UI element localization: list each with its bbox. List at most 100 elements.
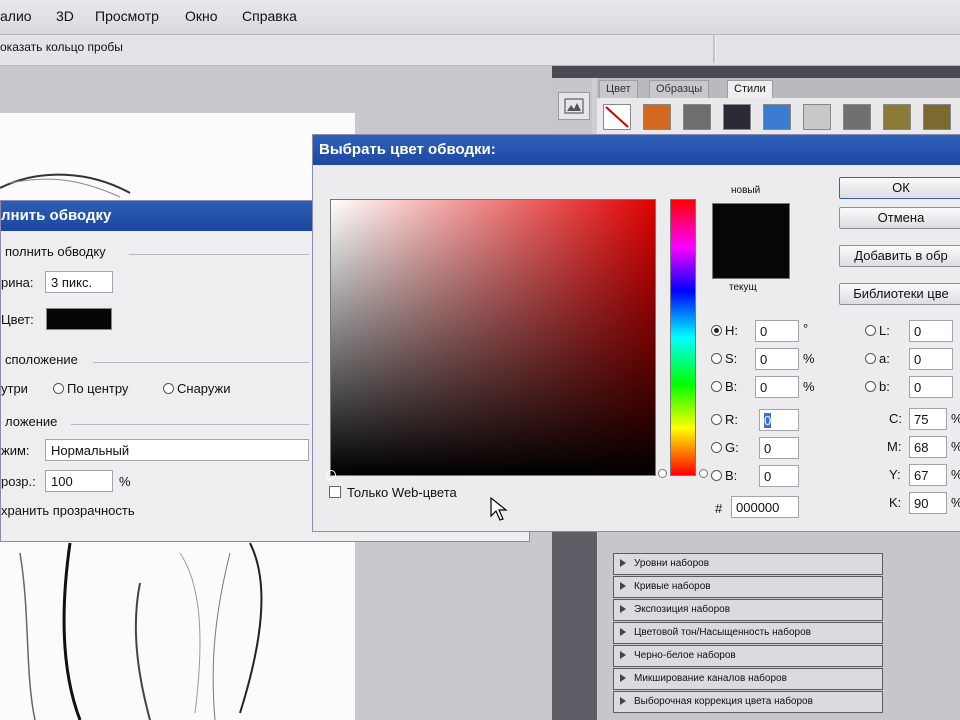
b-hsb-unit: %	[803, 379, 815, 394]
location-center-option[interactable]: По центру	[53, 381, 128, 396]
c-field[interactable]: 75	[909, 408, 947, 430]
menu-item-window[interactable]: Окно	[185, 8, 218, 24]
width-field[interactable]: 3 пикс.	[45, 271, 113, 293]
list-item[interactable]: Уровни наборов	[613, 553, 883, 575]
h-option[interactable]: H:	[711, 323, 738, 338]
r-field[interactable]: 0	[759, 409, 799, 431]
list-item[interactable]: Кривые наборов	[613, 576, 883, 598]
style-swatch[interactable]	[883, 104, 911, 130]
radio-r[interactable]	[711, 414, 722, 425]
menu-item-help[interactable]: Справка	[242, 8, 297, 24]
color-label: Цвет:	[1, 312, 34, 327]
no-style-icon	[605, 106, 629, 128]
histogram-icon[interactable]	[558, 92, 590, 120]
s-field[interactable]: 0	[755, 348, 799, 370]
mouse-pointer-icon	[490, 497, 508, 521]
menu-item-3d[interactable]: 3D	[56, 8, 74, 24]
radio-l[interactable]	[865, 325, 876, 336]
b-rgb-label: B:	[725, 468, 738, 483]
list-item[interactable]: Черно-белое наборов	[613, 645, 883, 667]
expand-arrow-icon	[620, 674, 626, 683]
b-hsb-field[interactable]: 0	[755, 376, 799, 398]
stroke-color-swatch[interactable]	[46, 308, 112, 330]
menu-item-view[interactable]: Просмотр	[95, 8, 159, 24]
b-lab-field[interactable]: 0	[909, 376, 953, 398]
cancel-button[interactable]: Отмена	[839, 207, 960, 229]
opacity-unit: %	[119, 474, 131, 489]
style-swatch[interactable]	[723, 104, 751, 130]
b-rgb-field[interactable]: 0	[759, 465, 799, 487]
style-swatch[interactable]	[803, 104, 831, 130]
color-field[interactable]	[326, 199, 656, 480]
radio-s[interactable]	[711, 353, 722, 364]
adjustment-label: Цветовой тон/Насыщенность наборов	[634, 627, 811, 638]
b-rgb-option[interactable]: B:	[711, 468, 737, 483]
location-inside-option[interactable]: утри	[1, 381, 28, 396]
radio-h[interactable]	[711, 325, 722, 336]
tab-styles[interactable]: Стили	[727, 80, 773, 98]
b-lab-option[interactable]: b:	[865, 379, 890, 394]
hue-slider-handle-right[interactable]	[699, 469, 708, 478]
location-inside-label: утри	[1, 381, 28, 396]
dialog-title[interactable]: Выбрать цвет обводки:	[313, 135, 960, 165]
h-field[interactable]: 0	[755, 320, 799, 342]
preserve-transparency-checkbox[interactable]: хранить прозрачность	[1, 503, 135, 518]
menu-item-analysis[interactable]: алио	[0, 8, 32, 24]
a-option[interactable]: a:	[865, 351, 890, 366]
color-libraries-button[interactable]: Библиотеки цве	[839, 283, 960, 305]
location-outside-label: Снаружи	[177, 381, 231, 396]
radio-b-lab[interactable]	[865, 381, 876, 392]
tab-color[interactable]: Цвет	[599, 80, 638, 98]
a-field[interactable]: 0	[909, 348, 953, 370]
radio-g[interactable]	[711, 442, 722, 453]
web-colors-label: Только Web-цвета	[347, 485, 457, 500]
stroke-group-label: полнить обводку	[5, 244, 106, 259]
a-label: a:	[879, 351, 890, 366]
style-swatch[interactable]	[843, 104, 871, 130]
style-swatch[interactable]	[923, 104, 951, 130]
k-field[interactable]: 90	[909, 492, 947, 514]
adjustment-label: Кривые наборов	[634, 581, 711, 592]
g-option[interactable]: G:	[711, 440, 739, 455]
ok-button[interactable]: ОК	[839, 177, 960, 199]
list-item[interactable]: Выборочная коррекция цвета наборов	[613, 691, 883, 713]
radio-center[interactable]	[53, 383, 64, 394]
radio-b-hsb[interactable]	[711, 381, 722, 392]
radio-b-rgb[interactable]	[711, 470, 722, 481]
adjustment-label: Уровни наборов	[634, 558, 710, 569]
blend-mode-select[interactable]: Нормальный	[45, 439, 309, 461]
y-field[interactable]: 67	[909, 464, 947, 486]
list-item[interactable]: Экспозиция наборов	[613, 599, 883, 621]
style-swatch[interactable]	[683, 104, 711, 130]
expand-arrow-icon	[620, 605, 626, 614]
tab-swatches[interactable]: Образцы	[649, 80, 710, 98]
new-color-swatch	[712, 203, 790, 279]
list-item[interactable]: Микширование каналов наборов	[613, 668, 883, 690]
location-outside-option[interactable]: Снаружи	[163, 381, 231, 396]
style-swatch[interactable]	[763, 104, 791, 130]
show-sampling-ring-checkbox-label[interactable]: оказать кольцо пробы	[0, 40, 123, 54]
web-colors-only-option[interactable]: Только Web-цвета	[329, 485, 457, 500]
list-item[interactable]: Цветовой тон/Насыщенность наборов	[613, 622, 883, 644]
r-option[interactable]: R:	[711, 412, 738, 427]
add-to-swatches-button[interactable]: Добавить в обр	[839, 245, 960, 267]
m-field[interactable]: 68	[909, 436, 947, 458]
adjustment-label: Экспозиция наборов	[634, 604, 731, 615]
hue-slider-handle-left[interactable]	[658, 469, 667, 478]
l-field[interactable]: 0	[909, 320, 953, 342]
location-center-label: По центру	[67, 381, 129, 396]
radio-a[interactable]	[865, 353, 876, 364]
s-option[interactable]: S:	[711, 351, 737, 366]
m-label: M:	[887, 439, 902, 454]
style-none-swatch[interactable]	[603, 104, 631, 130]
opacity-field[interactable]: 100	[45, 470, 113, 492]
hue-slider[interactable]	[670, 199, 696, 476]
g-field[interactable]: 0	[759, 437, 799, 459]
style-swatch[interactable]	[643, 104, 671, 130]
l-option[interactable]: L:	[865, 323, 890, 338]
r-label: R:	[725, 412, 738, 427]
b-hsb-option[interactable]: B:	[711, 379, 737, 394]
hex-field[interactable]: 000000	[731, 496, 799, 518]
web-colors-checkbox[interactable]	[329, 486, 341, 498]
radio-outside[interactable]	[163, 383, 174, 394]
